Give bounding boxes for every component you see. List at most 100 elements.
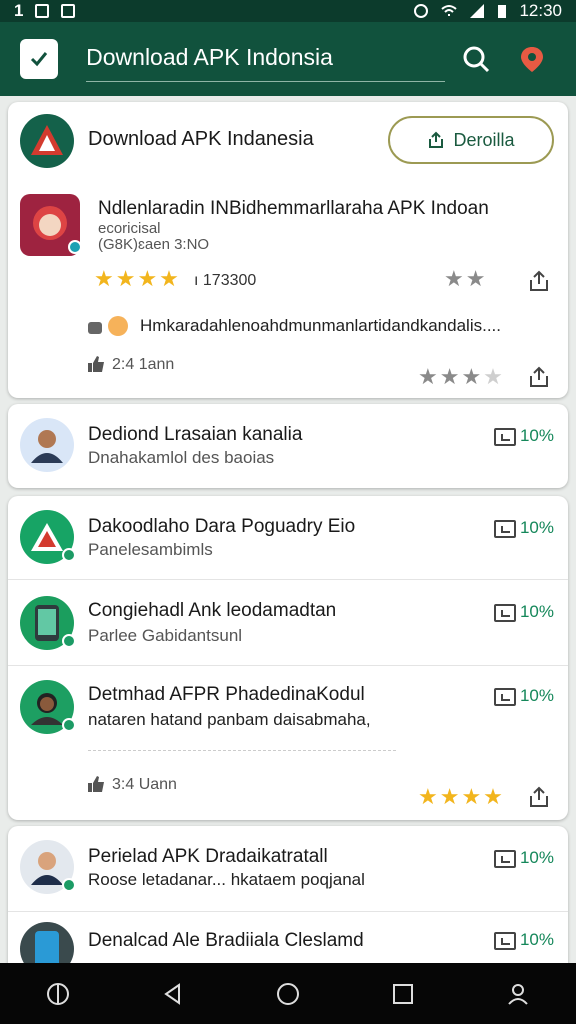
list-item[interactable]: Dakoodlaho Dara Poguadry Eio Panelesambi… xyxy=(8,496,568,580)
featured-app-subtitle-2: (G8K)ɛaen 3:NO xyxy=(98,236,210,253)
alarm-icon xyxy=(414,4,429,18)
list-item[interactable]: Perielad APK Dradaikatratall Roose letad… xyxy=(8,826,568,912)
row-divider xyxy=(88,750,396,751)
status-time: 12:30 xyxy=(519,1,562,20)
thumbs-up-icon[interactable] xyxy=(86,354,106,374)
status-bar: 1 12:30 xyxy=(0,0,576,22)
accessibility-icon xyxy=(46,982,69,1005)
app-title: Congiehadl Ank leodamadtan xyxy=(88,600,337,621)
app-list-card: Dakoodlaho Dara Poguadry Eio Panelesambi… xyxy=(8,496,568,820)
verified-badge-icon xyxy=(62,718,76,732)
star-rating: ★★★★ xyxy=(418,784,505,809)
home-button[interactable] xyxy=(268,974,308,1014)
featured-app-title: Ndlenlaradin INBidhemmarllaraha APK Indo… xyxy=(98,198,489,219)
app-title: Download APK Indonsia xyxy=(86,44,333,70)
app-title: Detmhad AFPR PhadedinaKodul xyxy=(88,684,365,705)
apk-logo-icon xyxy=(31,125,63,155)
download-percent: 10% xyxy=(519,426,554,445)
app-avatar xyxy=(20,596,76,650)
status-left-text: 1 xyxy=(14,1,24,20)
open-button[interactable]: Deroilla xyxy=(388,116,554,164)
app-bar: Download APK Indonsia xyxy=(0,22,576,96)
person-avatar-icon xyxy=(31,430,63,463)
download-percent: 10% xyxy=(519,602,554,621)
download-icon[interactable] xyxy=(494,428,516,446)
back-button[interactable] xyxy=(153,974,193,1014)
image-icon xyxy=(61,4,76,18)
list-item[interactable]: Congiehadl Ank leodamadtan Parlee Gabida… xyxy=(8,580,568,666)
featured-star-rating: ★★★★ xyxy=(94,266,181,291)
app-subtitle: Parlee Gabidantsunl xyxy=(88,626,243,645)
app-title: Denalcad Ale Bradiiala Cleslamd xyxy=(88,930,364,951)
open-button-label: Deroilla xyxy=(453,129,515,150)
app-subtitle: Panelesambimls xyxy=(88,540,213,559)
download-percent: 10% xyxy=(519,518,554,537)
person-avatar-icon xyxy=(31,693,63,725)
download-icon[interactable] xyxy=(494,850,516,868)
app-avatar xyxy=(20,418,74,472)
share-icon[interactable] xyxy=(528,366,550,388)
featured-grey-rating: ★★ xyxy=(444,266,488,291)
profile-button[interactable] xyxy=(498,974,538,1014)
system-nav-bar xyxy=(0,963,576,1024)
hijab-avatar-icon xyxy=(33,206,67,240)
phone-icon xyxy=(35,605,59,641)
app-avatar xyxy=(20,840,76,894)
featured-likes: 2:4 1ann xyxy=(112,356,175,373)
recents-icon xyxy=(393,983,414,1004)
rating-count-value: 173300 xyxy=(202,272,257,289)
share-icon[interactable] xyxy=(528,270,550,292)
app-title: Dediond Lrasaian kanalia xyxy=(88,424,303,445)
app-list-card: Perielad APK Dradaikatratall Roose letad… xyxy=(8,826,568,976)
wifi-icon xyxy=(441,5,458,16)
like-emoji-icon xyxy=(88,316,128,336)
battery-icon xyxy=(498,5,507,18)
search-button[interactable] xyxy=(453,34,501,84)
list-item[interactable]: Detmhad AFPR PhadedinaKodul nataren hata… xyxy=(8,666,568,818)
check-icon xyxy=(31,52,48,67)
featured-review: Hmkaradahlenoahdmunmanlartidandkandalis.… xyxy=(140,316,501,335)
featured-bottom-rating: ★★★★ xyxy=(418,364,505,389)
featured-app-subtitle-1: ecoricisal xyxy=(98,220,161,237)
profile-icon xyxy=(508,983,529,1005)
verified-badge-icon xyxy=(62,548,76,562)
accessibility-button[interactable] xyxy=(38,974,78,1014)
verified-badge-icon xyxy=(68,240,82,254)
search-icon xyxy=(463,46,490,73)
apk-logo-icon xyxy=(31,523,63,551)
notification-icon xyxy=(35,4,50,18)
title-field[interactable]: Download APK Indonsia xyxy=(86,44,445,82)
download-icon[interactable] xyxy=(494,520,516,538)
app-title: Perielad APK Dradaikatratall xyxy=(88,846,328,867)
app-subtitle: Roose letadanar... hkataem poqjanal xyxy=(88,870,365,889)
app-title: Dakoodlaho Dara Poguadry Eio xyxy=(88,516,356,537)
verified-badge-icon xyxy=(62,634,76,648)
featured-logo xyxy=(20,114,74,168)
app-avatar xyxy=(20,680,76,734)
download-icon[interactable] xyxy=(494,604,516,622)
download-percent: 10% xyxy=(519,686,554,705)
home-icon xyxy=(276,982,299,1005)
select-checkbox[interactable] xyxy=(20,39,59,79)
verified-badge-icon xyxy=(62,878,76,892)
download-percent: 10% xyxy=(519,848,554,867)
rating-count: ı 173300 xyxy=(194,272,257,289)
back-icon xyxy=(164,982,180,1005)
recents-button[interactable] xyxy=(383,974,423,1014)
app-avatar xyxy=(20,510,76,564)
location-button[interactable] xyxy=(508,34,556,84)
download-percent: 10% xyxy=(519,930,554,949)
app-list-card: Dediond Lrasaian kanalia Dnahakamlol des… xyxy=(8,404,568,488)
share-icon[interactable] xyxy=(528,786,550,808)
thumbs-up-icon[interactable] xyxy=(86,774,106,794)
app-subtitle: nataren hatand panbam daisabmaha, xyxy=(88,710,371,729)
download-icon[interactable] xyxy=(494,688,516,706)
download-icon xyxy=(429,131,444,148)
featured-card: Download APK Indanesia Deroilla Ndlenlar… xyxy=(8,102,568,398)
app-subtitle: Dnahakamlol des baoias xyxy=(88,448,275,467)
likes-count: 3:4 Uann xyxy=(112,776,177,793)
list-item[interactable]: Dediond Lrasaian kanalia Dnahakamlol des… xyxy=(8,404,568,488)
person-avatar-icon xyxy=(31,852,63,885)
featured-header-title: Download APK Indanesia xyxy=(88,128,314,150)
download-icon[interactable] xyxy=(494,932,516,950)
